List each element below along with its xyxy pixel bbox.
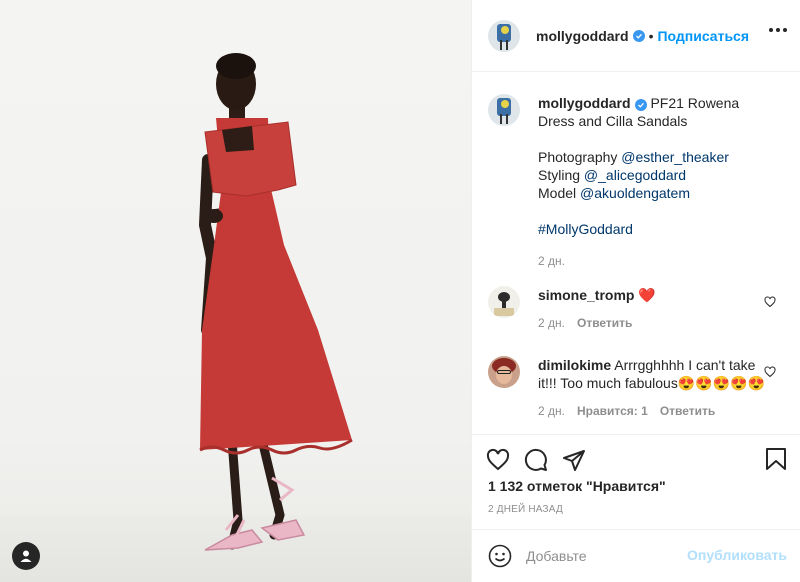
comment-body: dimilokime Arrrgghhhh I can't take it!!!… (538, 356, 770, 420)
caption-avatar[interactable] (488, 94, 520, 126)
verified-icon (632, 29, 645, 42)
caption-username[interactable]: mollygoddard (538, 95, 631, 111)
styling-label: Styling (538, 167, 581, 183)
emoji-icon[interactable] (488, 544, 512, 568)
reply-button[interactable]: Ответить (577, 314, 632, 332)
verified-icon (634, 99, 647, 111)
heart-icon[interactable] (764, 366, 776, 378)
share-icon (563, 449, 585, 471)
separator-dot: • (648, 27, 654, 44)
comment-button[interactable] (524, 448, 548, 472)
comment-likes-count[interactable]: Нравится: 1 (577, 402, 648, 420)
heart-icon (486, 448, 510, 470)
bookmark-icon (766, 448, 786, 470)
comment-icon (524, 448, 547, 471)
comment-item: simone_tromp ❤️ 2 дн. Ответить (488, 286, 788, 332)
comment-avatar[interactable] (488, 356, 520, 388)
user-tag-button[interactable] (12, 542, 40, 570)
action-bar (472, 434, 800, 484)
comment-item: dimilokime Arrrgghhhh I can't take it!!!… (488, 356, 788, 420)
styling-handle[interactable]: @_alicegoddard (584, 167, 686, 183)
follow-button[interactable]: Подписаться (657, 28, 749, 44)
post-photo[interactable] (0, 0, 471, 582)
hashtag-link[interactable]: #MollyGoddard (538, 221, 633, 237)
photography-handle[interactable]: @esther_theaker (621, 149, 729, 165)
heart-icon[interactable] (764, 296, 776, 308)
post-header: mollygoddard • Подписаться (472, 0, 800, 72)
share-button[interactable] (562, 448, 586, 472)
model-handle[interactable]: @akuoldengatem (580, 185, 690, 201)
post-timestamp[interactable]: 2 ДНЕЙ НАЗАД (488, 504, 563, 515)
comment-body: simone_tromp ❤️ 2 дн. Ответить (538, 286, 770, 332)
photography-label: Photography (538, 149, 618, 165)
post-side-panel: mollygoddard • Подписаться mollygoddard … (471, 0, 800, 582)
comment-text: ❤️ (638, 287, 656, 303)
likes-count[interactable]: 1 132 отметок "Нравится" (488, 478, 666, 494)
model-label: Model (538, 185, 577, 201)
comment-composer: Добавьте Опубликовать (472, 529, 800, 582)
reply-button[interactable]: Ответить (660, 402, 715, 420)
more-icon[interactable] (769, 28, 787, 32)
publish-button[interactable]: Опубликовать (687, 547, 787, 563)
comment-avatar[interactable] (488, 286, 520, 318)
user-tag-icon (20, 550, 32, 562)
save-button[interactable] (765, 447, 787, 474)
comment-username[interactable]: simone_tromp (538, 287, 634, 303)
model-figure (198, 53, 353, 551)
comments-list[interactable]: mollygoddard PF21 Rowena Dress and Cilla… (472, 72, 800, 434)
post: mollygoddard • Подписаться mollygoddard … (0, 0, 800, 582)
author-avatar[interactable] (488, 19, 520, 52)
comment-age[interactable]: 2 дн. (538, 314, 565, 332)
comment-input[interactable]: Добавьте (526, 548, 676, 564)
author-username[interactable]: mollygoddard (536, 28, 629, 44)
caption-item: mollygoddard PF21 Rowena Dress and Cilla… (488, 94, 788, 270)
comment-username[interactable]: dimilokime (538, 357, 611, 373)
caption-body: mollygoddard PF21 Rowena Dress and Cilla… (538, 94, 770, 270)
like-button[interactable] (486, 448, 510, 472)
comment-age[interactable]: 2 дн. (538, 402, 565, 420)
caption-age[interactable]: 2 дн. (538, 252, 565, 270)
